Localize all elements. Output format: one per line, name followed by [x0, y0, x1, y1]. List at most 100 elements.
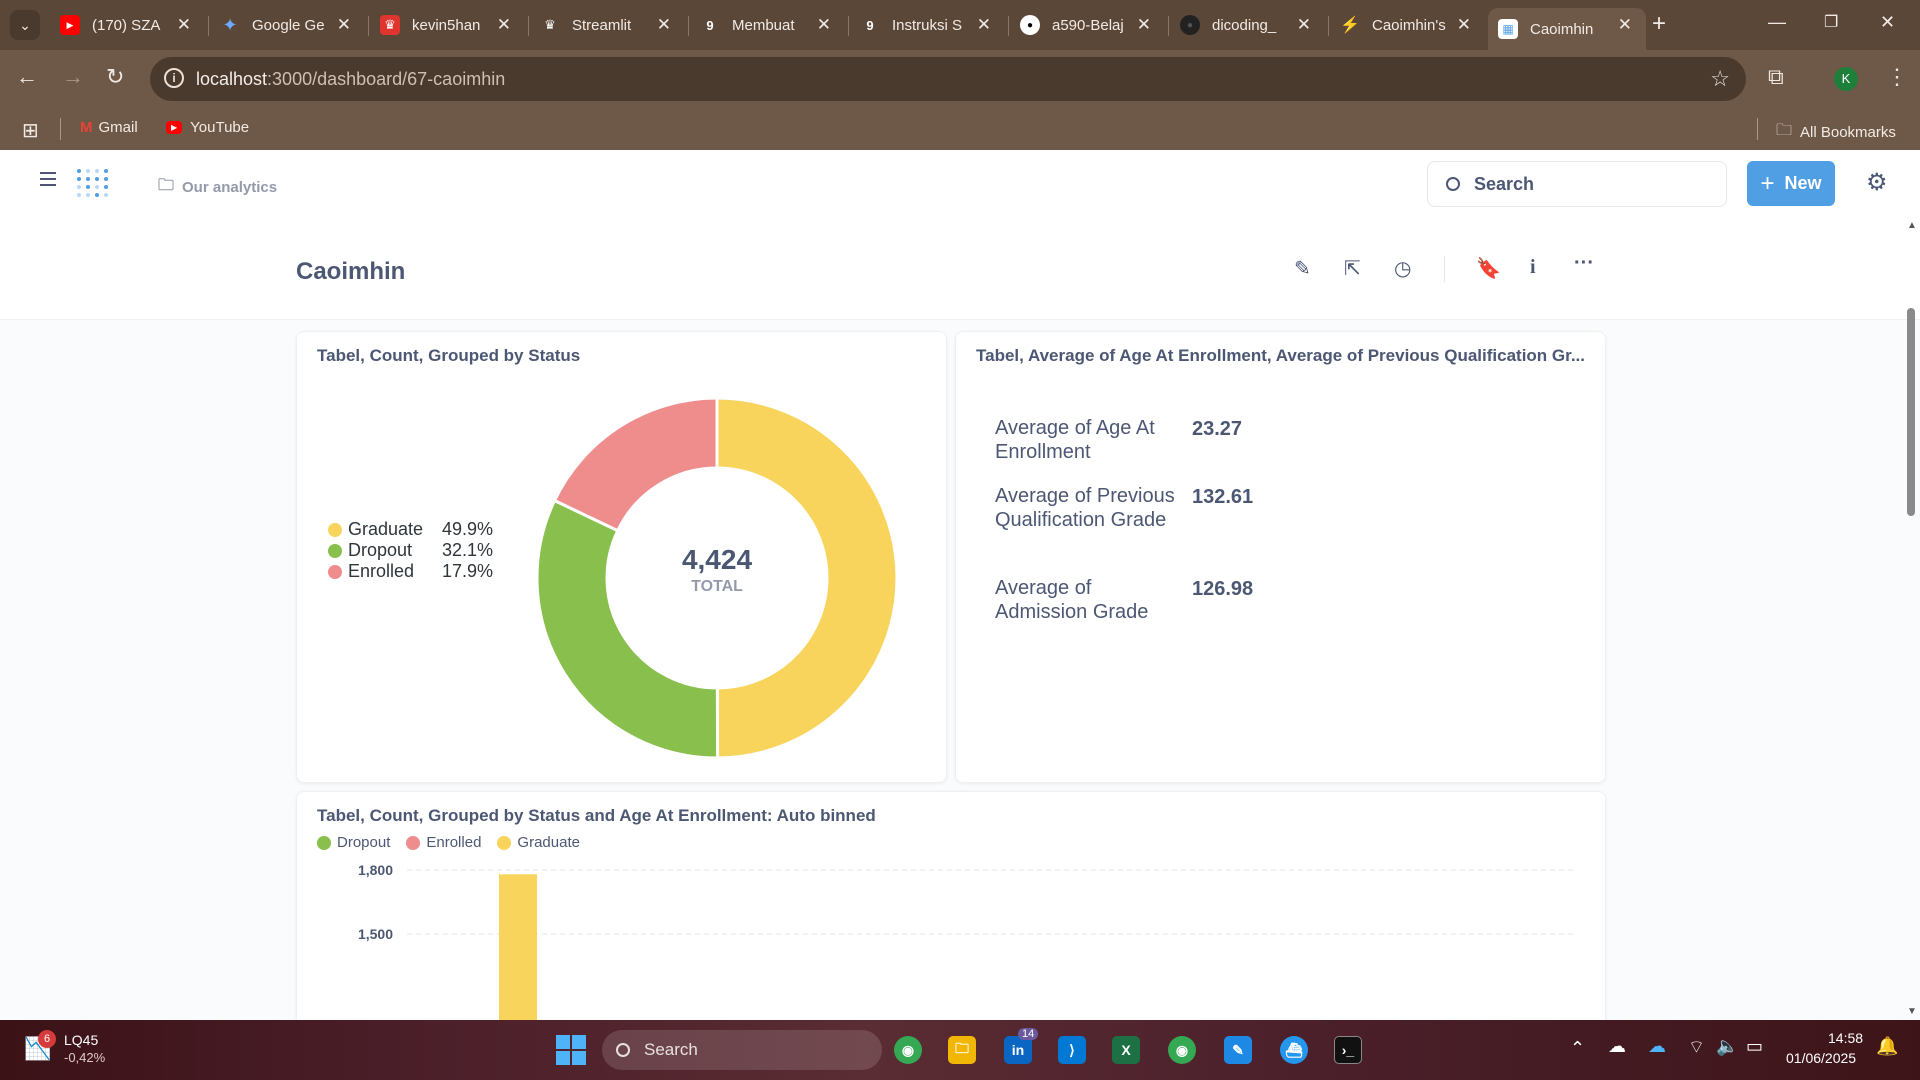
forward-icon[interactable]: → [62, 64, 84, 90]
more-options-icon[interactable]: ··· [1574, 252, 1594, 275]
close-tab-icon[interactable]: ✕ [1618, 15, 1632, 35]
search-input[interactable]: Search [1427, 161, 1727, 207]
info-icon[interactable]: i [1530, 256, 1536, 279]
browser-tab-2[interactable]: ✦ Google Ge ✕ [210, 8, 365, 42]
all-bookmarks[interactable]: 🗀 All Bookmarks [1776, 119, 1896, 146]
taskbar-search[interactable]: Search [602, 1030, 882, 1070]
cloud-icon[interactable]: ☁ [1608, 1036, 1626, 1057]
legend-item-graduate[interactable]: Graduate 49.9% [328, 519, 493, 540]
folder-icon: 🗀 [158, 177, 175, 194]
back-icon[interactable]: ← [16, 64, 38, 90]
stock-badge: 6 [38, 1030, 56, 1048]
tab-title: Membuat [732, 16, 795, 34]
share-icon[interactable]: ⇱ [1344, 256, 1361, 281]
y-tick-label: 1,500 [358, 926, 393, 942]
page-scrollbar[interactable]: ▲ ▼ [1904, 220, 1918, 1020]
close-tab-icon[interactable]: ✕ [977, 15, 991, 35]
dashboard-title[interactable]: Caoimhin [296, 258, 405, 286]
browser-tab-10-active[interactable]: ▦ Caoimhin ✕ [1488, 8, 1646, 50]
browser-tab-1[interactable]: ▶ (170) SZA ✕ [50, 8, 205, 42]
extensions-icon[interactable]: ⧉ [1768, 64, 1784, 90]
card-title[interactable]: Tabel, Count, Grouped by Status [317, 346, 580, 366]
new-button[interactable]: + New [1747, 161, 1835, 206]
edit-icon[interactable]: ✎ [1294, 256, 1311, 281]
browser-tab-4[interactable]: ♛ Streamlit ✕ [530, 8, 685, 42]
card-title[interactable]: Tabel, Average of Age At Enrollment, Ave… [976, 346, 1586, 366]
bookmark-icon[interactable]: 🔖 [1476, 256, 1501, 281]
search-icon [1446, 177, 1460, 191]
gemini-icon: ✦ [222, 14, 238, 35]
browser-tab-8[interactable]: ● dicoding_ ✕ [1170, 8, 1325, 42]
chrome-icon[interactable]: ◉ [894, 1036, 922, 1064]
paint-icon[interactable]: ✎ [1224, 1036, 1252, 1064]
stock-widget[interactable]: 📉 6 LQ45 -0,42% [24, 1030, 124, 1070]
card-title[interactable]: Tabel, Count, Grouped by Status and Age … [317, 806, 876, 826]
donut-slice-enrolled[interactable] [552, 396, 719, 533]
profile-avatar[interactable]: K [1834, 67, 1858, 91]
history-icon[interactable]: ◷ [1394, 256, 1411, 281]
close-tab-icon[interactable]: ✕ [657, 15, 671, 35]
bookmark-star-icon[interactable]: ☆ [1710, 66, 1730, 92]
url-field[interactable]: i localhost:3000/dashboard/67-caoimhin ☆ [150, 57, 1746, 101]
apps-grid-icon[interactable]: ⊞ [22, 118, 39, 143]
metabase-logo-icon[interactable] [76, 168, 110, 198]
gear-icon[interactable]: ⚙ [1866, 168, 1888, 197]
scrollbar-thumb[interactable] [1907, 308, 1915, 516]
file-explorer-icon[interactable]: 🗀 [948, 1036, 976, 1064]
terminal-icon[interactable]: ›_ [1334, 1036, 1362, 1064]
close-window-icon[interactable]: ✕ [1880, 12, 1895, 33]
supabase-icon: ⚡ [1340, 17, 1360, 34]
legend-dot [317, 835, 331, 850]
browser-menu-icon[interactable]: ⋮ [1886, 64, 1908, 90]
windows-start-icon[interactable] [556, 1035, 586, 1065]
new-tab-button[interactable]: + [1652, 10, 1666, 38]
close-tab-icon[interactable]: ✕ [177, 15, 191, 35]
close-tab-icon[interactable]: ✕ [817, 15, 831, 35]
bookmark-gmail[interactable]: M Gmail [80, 119, 138, 136]
close-tab-icon[interactable]: ✕ [1137, 15, 1151, 35]
scalar-label: Average of Admission Grade [995, 577, 1149, 623]
onedrive-icon[interactable]: ☁ [1648, 1036, 1666, 1057]
wifi-icon[interactable]: ⌔ [1688, 1036, 1705, 1059]
site-info-icon[interactable]: i [164, 68, 184, 88]
browser-tab-9[interactable]: ⚡ Caoimhin's ✕ [1330, 8, 1485, 42]
clock-time[interactable]: 14:58 [1828, 1030, 1863, 1046]
bookmarks-bar: ⊞ M Gmail ▶ YouTube 🗀 All Bookmarks [0, 108, 1920, 150]
bookmark-youtube[interactable]: ▶ YouTube [166, 119, 249, 136]
close-tab-icon[interactable]: ✕ [1457, 15, 1471, 35]
legend-item-enrolled[interactable]: Enrolled 17.9% [328, 561, 493, 582]
vscode-icon[interactable]: ⟩ [1058, 1036, 1086, 1064]
clock-date[interactable]: 01/06/2025 [1786, 1050, 1856, 1066]
donut-slice-dropout[interactable] [535, 498, 720, 760]
browser-tab-5[interactable]: 9 Membuat ✕ [690, 8, 845, 42]
notification-bell-icon[interactable]: 🔔 [1876, 1036, 1898, 1057]
close-tab-icon[interactable]: ✕ [337, 15, 351, 35]
battery-icon[interactable]: ▭ [1746, 1036, 1763, 1057]
metabase-app: 🗀 Our analytics Search + New ⚙ Caoimhin … [0, 150, 1920, 1051]
browser-tab-3[interactable]: ♛ kevin5han ✕ [370, 8, 525, 42]
gmail-icon: M [80, 119, 93, 136]
metabase-icon: ▦ [1498, 19, 1518, 39]
sidebar-toggle-icon[interactable] [40, 172, 56, 186]
chevron-up-icon[interactable]: ⌃ [1570, 1038, 1585, 1059]
close-tab-icon[interactable]: ✕ [497, 15, 511, 35]
browser-tab-6[interactable]: 9 Instruksi S ✕ [850, 8, 1005, 42]
legend-item-dropout[interactable]: Dropout 32.1% [328, 540, 493, 561]
breadcrumb[interactable]: 🗀 Our analytics [158, 174, 277, 201]
tab-search-button[interactable]: ⌄ [10, 10, 40, 40]
legend-item-dropout[interactable]: Dropout [317, 834, 390, 851]
reload-icon[interactable]: ↻ [106, 64, 124, 90]
docker-icon[interactable]: ⛴ [1280, 1036, 1308, 1064]
legend-item-graduate[interactable]: Graduate [497, 834, 580, 851]
tab-title: a590-Belaj [1052, 16, 1124, 34]
restore-icon[interactable]: ❐ [1824, 12, 1838, 32]
legend-item-enrolled[interactable]: Enrolled [406, 834, 481, 851]
chrome-profile-icon[interactable]: ◉ [1168, 1036, 1196, 1064]
linkedin-icon[interactable]: in [1004, 1036, 1032, 1064]
excel-icon[interactable]: X [1112, 1036, 1140, 1064]
speaker-icon[interactable]: 🔈 [1716, 1036, 1738, 1057]
tab-title: dicoding_ [1212, 16, 1277, 34]
browser-tab-7[interactable]: ● a590-Belaj ✕ [1010, 8, 1165, 42]
minimize-icon[interactable]: — [1768, 12, 1786, 33]
close-tab-icon[interactable]: ✕ [1297, 15, 1311, 35]
